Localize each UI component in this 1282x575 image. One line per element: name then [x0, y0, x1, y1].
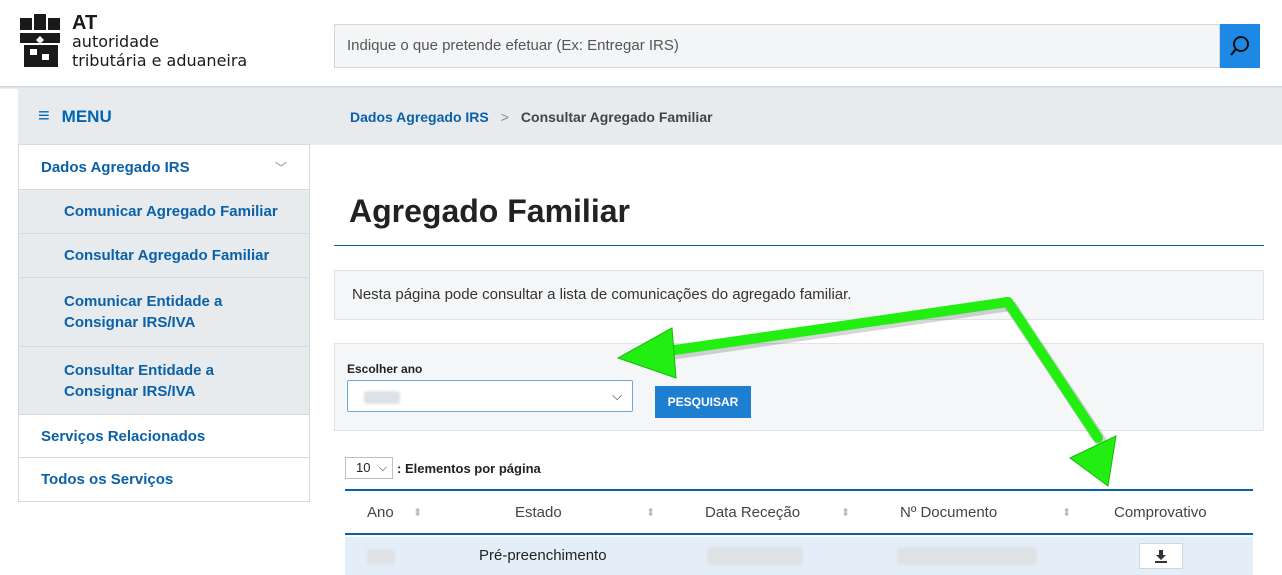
sidebar-item-label: Consultar Entidade a Consignar IRS/IVA — [64, 361, 215, 400]
table-header: Ano ⬍ Estado ⬍ Data Receção ⬍ Nº Documen… — [345, 491, 1253, 535]
sidebar-item-todos-servicos[interactable]: Todos os Serviços — [18, 458, 310, 502]
per-page-value: 10 — [356, 460, 371, 475]
sidebar-item-label: Comunicar Entidade a Consignar IRS/IVA — [64, 293, 223, 331]
sidebar-item-consultar-agregado[interactable]: Consultar Agregado Familiar — [18, 234, 310, 278]
breadcrumb-separator: > — [500, 109, 509, 125]
table-row: Pré-preenchimento — [345, 537, 1253, 575]
ano-value-redacted — [367, 549, 395, 564]
col-comprovativo: Comprovativo — [1114, 491, 1207, 535]
filter-panel: Escolher ano ⌵ PESQUISAR — [334, 343, 1264, 431]
year-value-redacted — [364, 391, 400, 404]
sidebar-item-consultar-entidade[interactable]: Consultar Entidade a Consignar IRS/IVA — [18, 347, 310, 415]
chevron-down-icon: ⌵ — [378, 462, 387, 474]
year-label: Escolher ano — [347, 362, 423, 376]
sidebar-item-label: Todos os Serviços — [41, 471, 174, 488]
sidebar-item-label: Comunicar Agregado Familiar — [64, 203, 278, 220]
breadcrumb-current: Consultar Agregado Familiar — [520, 109, 713, 125]
at-logo-icon — [20, 14, 60, 67]
col-data-rececao[interactable]: Data Receção — [705, 491, 800, 535]
col-comprovativo-label: Comprovativo — [1114, 504, 1207, 521]
info-text: Nesta página pode consultar a lista de c… — [352, 286, 852, 303]
search-button[interactable] — [1220, 24, 1260, 68]
logo-line-2: tributária e aduaneira — [72, 51, 248, 70]
per-page-select[interactable]: 10 ⌵ — [345, 457, 393, 479]
sort-icon[interactable]: ⬍ — [413, 491, 422, 535]
header: AT autoridade tributária e aduaneira Ind… — [0, 0, 1282, 88]
breadcrumb-parent[interactable]: Dados Agregado IRS — [350, 109, 489, 125]
breadcrumb: Dados Agregado IRS > Consultar Agregado … — [310, 89, 1282, 145]
sidebar-item-label: Serviços Relacionados — [41, 427, 206, 445]
year-select[interactable]: ⌵ — [347, 380, 633, 412]
hamburger-icon: ≡ — [38, 105, 50, 127]
sidebar-item-comunicar-agregado[interactable]: Comunicar Agregado Familiar — [18, 190, 310, 234]
chevron-down-icon: ﹀ — [274, 160, 287, 175]
chevron-down-icon: ⌵ — [612, 388, 622, 403]
at-logo[interactable]: AT autoridade tributária e aduaneira — [18, 10, 268, 78]
col-estado-label: Estado — [515, 504, 562, 521]
logo-acronym: AT — [72, 12, 98, 34]
sidebar-item-label: Consultar Agregado Familiar — [64, 247, 270, 264]
sort-icon[interactable]: ⬍ — [841, 491, 850, 535]
sort-icon[interactable]: ⬍ — [1062, 491, 1071, 535]
sidebar: ≡ MENU Dados Agregado IRS ﹀ Comunicar Ag… — [18, 89, 310, 502]
sort-icon[interactable]: ⬍ — [646, 491, 655, 535]
page-title: Agregado Familiar — [349, 193, 630, 229]
documento-value-redacted — [897, 547, 1037, 565]
col-n-documento[interactable]: Nº Documento — [900, 491, 997, 535]
title-divider — [334, 245, 1264, 246]
download-icon — [1155, 550, 1167, 563]
sidebar-item-comunicar-entidade[interactable]: Comunicar Entidade a Consignar IRS/IVA — [18, 278, 310, 347]
menu-toggle[interactable]: ≡ MENU — [18, 89, 310, 145]
col-data-rececao-label: Data Receção — [705, 504, 801, 521]
sidebar-item-dados-agregado[interactable]: Dados Agregado IRS ﹀ — [18, 145, 310, 190]
download-comprovativo-button[interactable] — [1139, 543, 1183, 569]
per-page-label: : Elementos por página — [397, 460, 541, 476]
estado-cell: Pré-preenchimento — [479, 547, 607, 564]
per-page-control: 10 ⌵ : Elementos por página — [345, 457, 541, 479]
sidebar-item-servicos-relacionados[interactable]: Serviços Relacionados — [18, 415, 310, 458]
col-ano[interactable]: Ano — [367, 491, 394, 535]
data-value-redacted — [707, 547, 803, 565]
sidebar-item-label: Dados Agregado IRS — [41, 158, 190, 176]
col-n-documento-label: Nº Documento — [900, 504, 998, 521]
col-ano-label: Ano — [367, 504, 394, 521]
logo-line-1: autoridade — [72, 32, 159, 51]
info-message: Nesta página pode consultar a lista de c… — [334, 270, 1264, 320]
col-estado[interactable]: Estado — [515, 491, 562, 535]
pesquisar-button[interactable]: PESQUISAR — [655, 386, 751, 418]
search-input[interactable]: Indique o que pretende efetuar (Ex: Entr… — [334, 24, 1220, 68]
search-icon — [1230, 36, 1249, 56]
menu-label: MENU — [61, 106, 112, 126]
